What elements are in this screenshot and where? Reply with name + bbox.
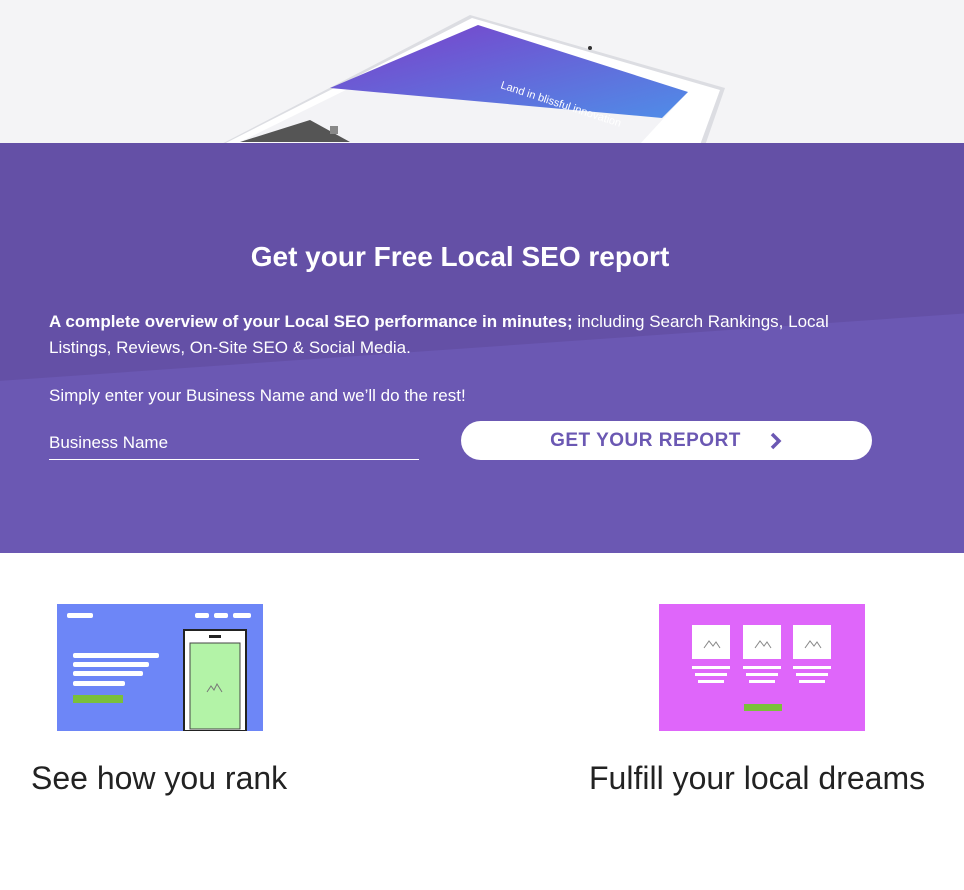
get-report-button[interactable]: GET YOUR REPORT xyxy=(461,421,872,460)
seo-description: A complete overview of your Local SEO pe… xyxy=(49,309,839,361)
gallery-mockup-illustration xyxy=(659,604,865,731)
seo-description-bold: A complete overview of your Local SEO pe… xyxy=(49,312,573,331)
hero-image-area: Land in blissful innovation xyxy=(0,0,964,143)
seo-hint: Simply enter your Business Name and we’l… xyxy=(49,386,466,405)
tablet-mockup-image: Land in blissful innovation xyxy=(223,15,725,143)
feature-title-dreams: Fulfill your local dreams xyxy=(589,760,926,796)
feature-title-rank: See how you rank xyxy=(31,760,288,796)
seo-report-section: Get your Free Local SEO report A complet… xyxy=(0,143,964,553)
seo-title: Get your Free Local SEO report xyxy=(250,241,670,272)
get-report-label: GET YOUR REPORT xyxy=(550,429,741,451)
website-mockup-illustration xyxy=(57,604,263,731)
business-name-input[interactable] xyxy=(49,426,419,460)
chevron-right-icon xyxy=(770,432,782,449)
